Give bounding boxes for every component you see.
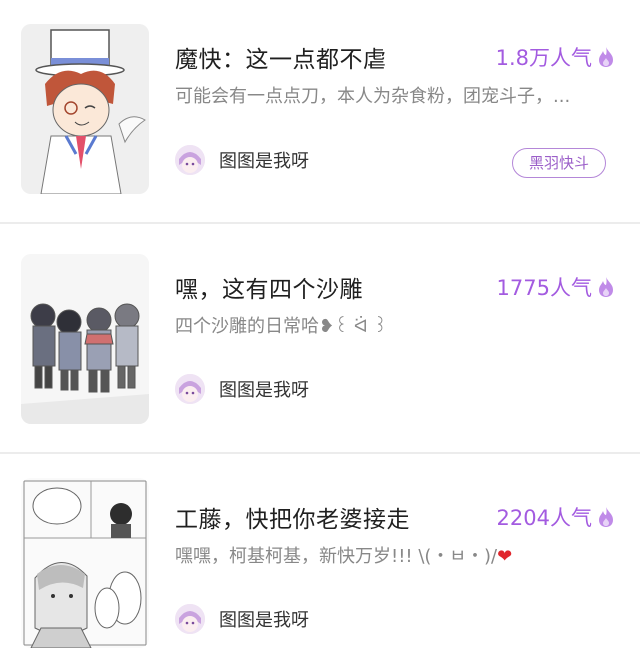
popularity-label: 1775人气 [496,276,592,300]
popularity-label: 2204人气 [496,506,592,530]
post-card[interactable]: 嘿，这有四个沙雕 1775人气 四个沙雕的日常哈❥꒰ ᐛ ꒱ 图图是我呀 [0,224,640,452]
avatar[interactable] [175,604,205,634]
avatar[interactable] [175,374,205,404]
post-card[interactable]: 工藤，快把你老婆接走 2204人气 嘿嘿，柯基柯基，新快万岁!!! \(・ㅂ・)… [0,454,640,671]
post-thumbnail[interactable] [21,24,149,194]
flame-icon [599,507,613,527]
author-name[interactable]: 图图是我呀 [219,147,309,173]
character-tag[interactable]: 黑羽快斗 [511,148,606,178]
popularity-count: 1775人气 [497,272,616,302]
post-description-text: 嘿嘿，柯基柯基，新快万岁!!! \(・ㅂ・)/ [175,546,498,567]
post-description: 可能会有一点点刀，本人为杂食粉，团宠斗子，... [175,86,571,107]
flame-icon [599,47,613,67]
popularity-count: 2204人气 [497,502,616,532]
post-title[interactable]: 魔快：这一点都不虐 [175,40,387,74]
avatar[interactable] [175,145,205,175]
post-thumbnail[interactable] [21,478,149,648]
author-info[interactable]: 图图是我呀 [175,374,309,404]
post-description: 四个沙雕的日常哈❥꒰ ᐛ ꒱ [175,316,388,337]
author-info[interactable]: 图图是我呀 [175,604,309,634]
post-thumbnail[interactable] [21,254,149,424]
post-feed: 魔快：这一点都不虐 1.8万人气 可能会有一点点刀，本人为杂食粉，团宠斗子，..… [0,0,640,671]
post-title[interactable]: 工藤，快把你老婆接走 [175,500,410,534]
popularity-count: 1.8万人气 [496,42,616,72]
author-name[interactable]: 图图是我呀 [219,376,309,402]
post-card[interactable]: 魔快：这一点都不虐 1.8万人气 可能会有一点点刀，本人为杂食粉，团宠斗子，..… [0,0,640,222]
flame-icon [599,277,613,297]
author-info[interactable]: 图图是我呀 [175,145,309,175]
heart-icon: ❤ [497,546,513,567]
post-description: 嘿嘿，柯基柯基，新快万岁!!! \(・ㅂ・)/❤ [175,542,615,572]
post-title[interactable]: 嘿，这有四个沙雕 [175,270,363,304]
popularity-label: 1.8万人气 [495,46,592,70]
author-name[interactable]: 图图是我呀 [219,606,309,632]
